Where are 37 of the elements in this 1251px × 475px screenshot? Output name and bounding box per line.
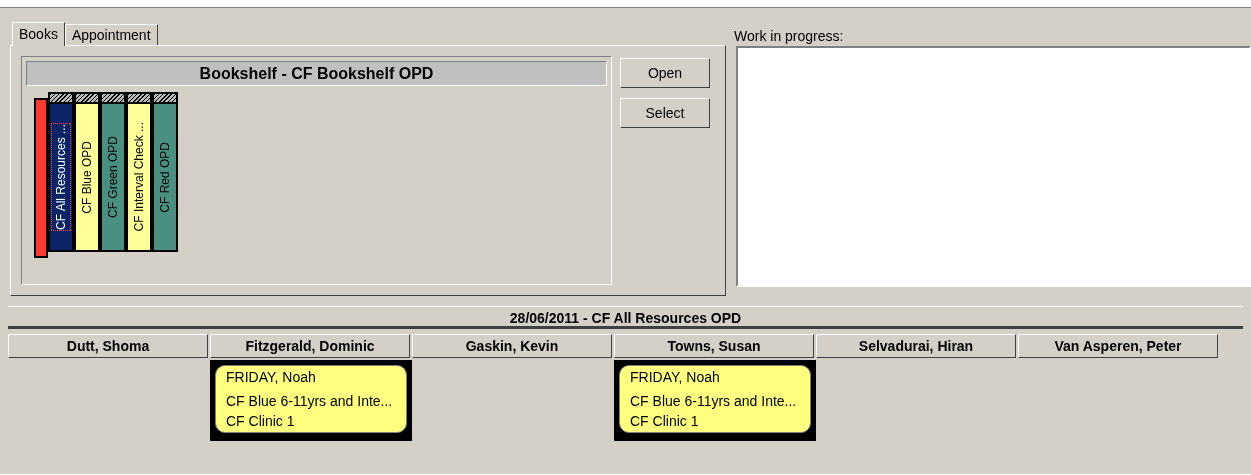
column-header[interactable]: Fitzgerald, Dominic: [210, 334, 410, 358]
tab[interactable]: Books: [12, 22, 65, 46]
book-title: CF Green OPD: [105, 136, 121, 218]
action-button[interactable]: Open: [620, 58, 710, 88]
book-spine[interactable]: CF Red OPD: [152, 102, 178, 252]
bookshelf-title: Bookshelf - CF Bookshelf OPD: [26, 61, 607, 86]
patient-name: FRIDAY, Noah: [630, 368, 721, 387]
patient-name: FRIDAY, Noah: [226, 368, 317, 387]
appointment-type: CF Blue 6-11yrs and Inte...: [226, 392, 394, 411]
book-top: [74, 92, 100, 102]
column-header[interactable]: Gaskin, Kevin: [412, 334, 612, 358]
book-top: [100, 92, 126, 102]
appointment-card[interactable]: FRIDAY, Noah CF Blue 6-11yrs and Inte... CF Clinic 1: [210, 360, 412, 441]
tab[interactable]: Appointment: [64, 24, 158, 45]
action-button[interactable]: Select: [620, 98, 710, 128]
appointment-type: CF Blue 6-11yrs and Inte...: [630, 392, 798, 411]
appointment-location: CF Clinic 1: [630, 412, 700, 431]
book-title: CF Interval Check ...: [131, 122, 147, 232]
book-spine[interactable]: CF Blue OPD: [74, 102, 100, 252]
work-in-progress-label: Work in progress:: [734, 27, 845, 44]
schedule-title: 28/06/2011 - CF All Resources OPD: [8, 307, 1243, 329]
work-in-progress-list[interactable]: [736, 46, 1251, 287]
book-top: [48, 92, 74, 102]
appointment-card[interactable]: FRIDAY, Noah CF Blue 6-11yrs and Inte... CF Clinic 1: [614, 360, 816, 441]
book-top: [152, 92, 178, 102]
book-title: CF Blue OPD: [79, 140, 95, 214]
book-spine[interactable]: CF Interval Check ...: [126, 102, 152, 252]
column-header[interactable]: Dutt, Shoma: [8, 334, 208, 358]
book-top: [126, 92, 152, 102]
column-header[interactable]: Van Asperen, Peter: [1018, 334, 1218, 358]
appointment-location: CF Clinic 1: [226, 412, 296, 431]
column-header[interactable]: Towns, Susan: [614, 334, 814, 358]
book-spine[interactable]: CF All Resources ...: [48, 102, 74, 252]
book-title: CF Red OPD: [157, 141, 173, 213]
book-spine[interactable]: CF Green OPD: [100, 102, 126, 252]
column-header[interactable]: Selvadurai, Hiran: [816, 334, 1016, 358]
book-title: CF All Resources ...: [52, 124, 70, 230]
